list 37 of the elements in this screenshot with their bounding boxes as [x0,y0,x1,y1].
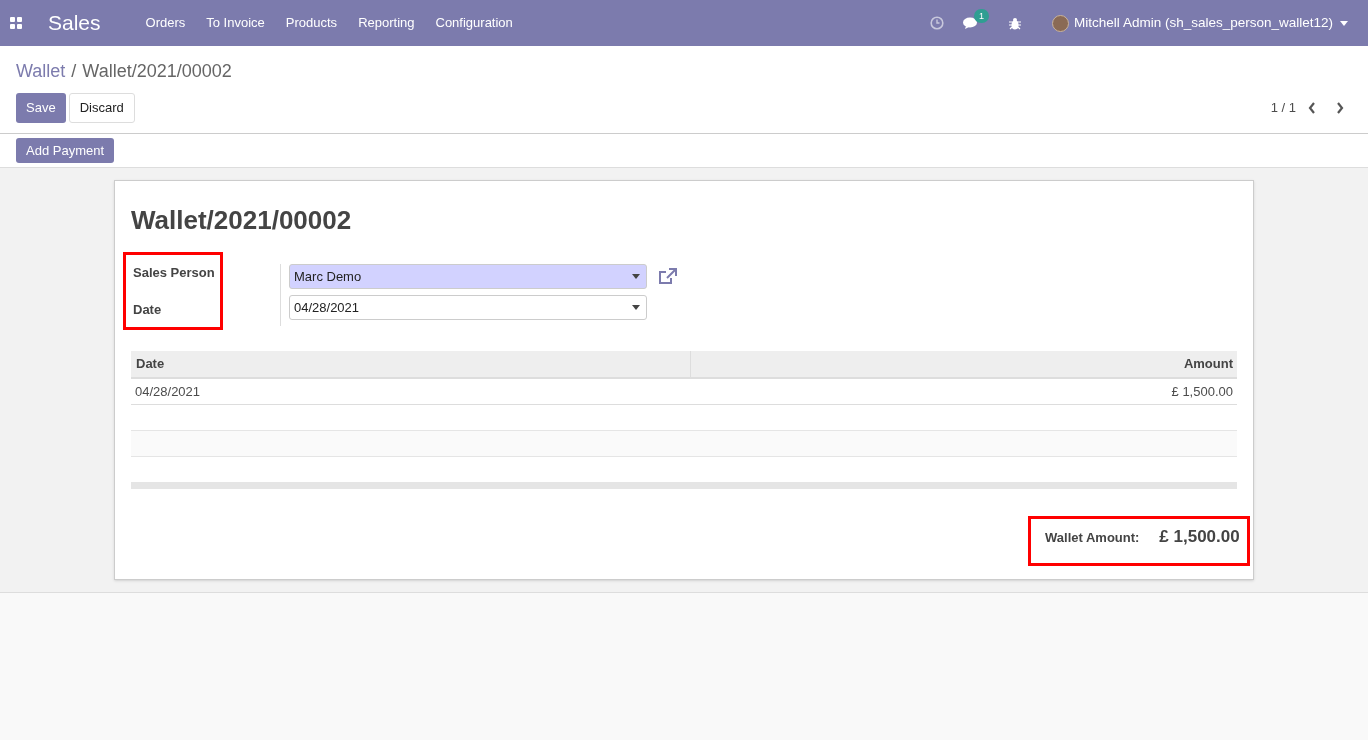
dropdown-field[interactable]: Marc Demo [289,264,647,289]
column-header: Amount [1182,355,1234,374]
menu-item[interactable]: Configuration [435,13,513,33]
chat-icon[interactable] [963,16,980,30]
menu-item[interactable]: Orders [145,13,186,33]
caret-icon [632,305,640,310]
breadcrumb-separator: / [71,60,77,83]
field-label: Sales Person [133,264,216,282]
chevron-right-icon[interactable] [1336,102,1344,114]
menu-item[interactable]: To Invoice [206,13,265,33]
pager-value: 1 / 1 [1270,99,1296,118]
discard-button[interactable]: Discard [68,93,135,123]
total-label: Wallet Amount: [1045,529,1140,547]
user-menu[interactable]: Mitchell Admin (sh_sales_person_wallet12) [1074,12,1333,34]
caret-icon [632,274,640,279]
save-button[interactable]: Save [16,93,66,123]
caret-icon [1340,20,1348,26]
user-avatar[interactable] [1052,14,1070,32]
record-title: Wallet/2021/00002 [131,204,353,237]
external-link-icon[interactable] [658,267,678,286]
column-header: Date [131,351,691,377]
chevron-left-icon[interactable] [1308,102,1316,114]
breadcrumb-link[interactable]: Wallet [16,58,66,85]
apps-grid-icon[interactable] [10,17,22,29]
message-count-badge: 1 [974,8,990,23]
table-cell-text: 04/28/2021 [134,382,202,401]
bug-icon[interactable] [1009,16,1022,30]
app-name: Sales [48,10,101,37]
table-cell-text: £ 1,500.00 [1170,382,1234,401]
add-payment-button[interactable]: Add Payment [16,138,115,163]
total-value: £ 1,500.00 [1159,526,1240,548]
menu-item[interactable]: Products [285,13,338,33]
field-label: Date [133,300,163,319]
breadcrumb-current: Wallet/2021/00002 [82,60,232,83]
menu-item[interactable]: Reporting [358,13,415,33]
clock-icon[interactable] [930,16,945,30]
dropdown-field[interactable]: 04/28/2021 [289,295,647,320]
